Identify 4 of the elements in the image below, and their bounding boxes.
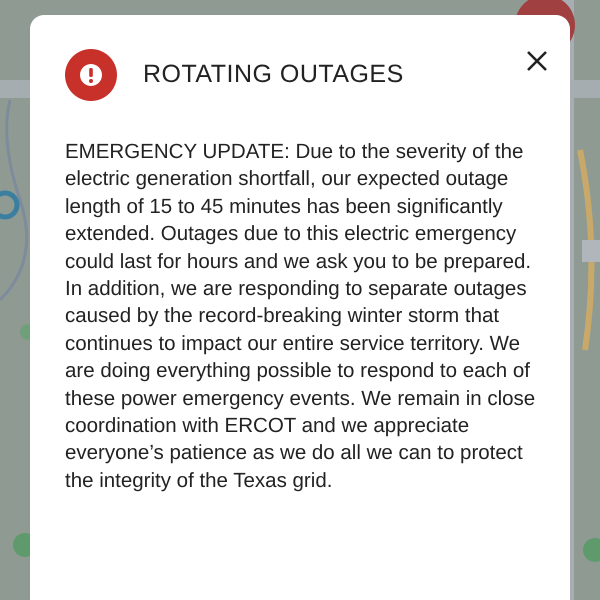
dialog-message: EMERGENCY UPDATE: Due to the severity of the electric generation shortfall, our expected outage length of 15 to 45 minutes has been significantly extended. Outages due to this electric emergency could last for hours and we ask you to be prepared. In addition, we are responding to separate outages caused by the record-breaking winter storm that continues to impact our entire service territory. We are doing everything possible to respond to each of these power emergency events. We remain in close coordination with ERCOT and we appreciate everyone’s patience as we do all we can to protect the integrity of the Texas grid. bbox=[65, 139, 536, 494]
alert-icon bbox=[65, 49, 117, 101]
dialog-title: ROTATING OUTAGES bbox=[143, 59, 404, 90]
close-icon[interactable] bbox=[526, 50, 548, 72]
